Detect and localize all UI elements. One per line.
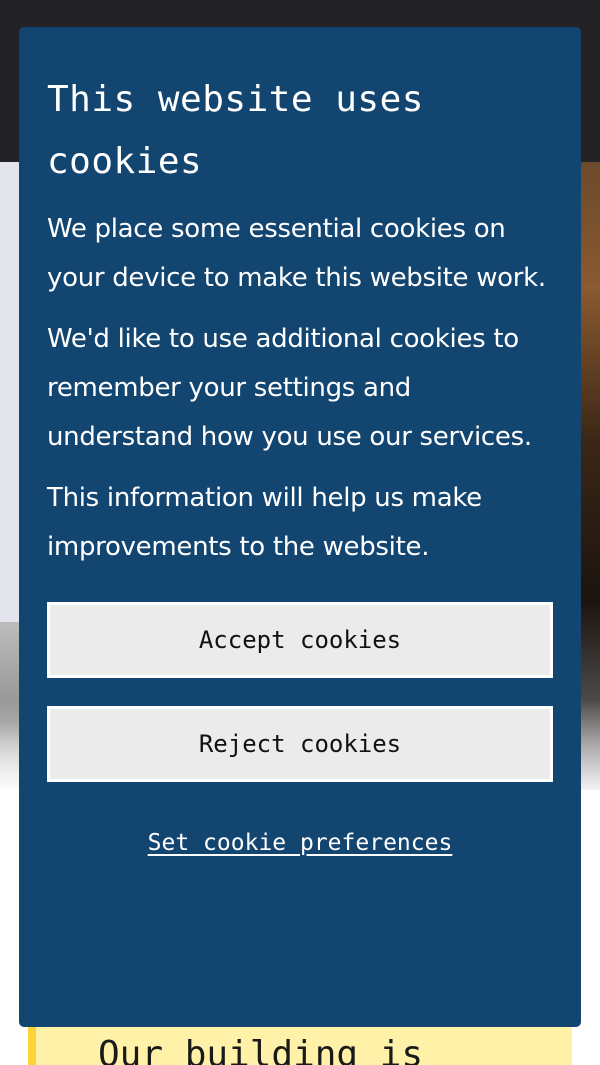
- set-cookie-preferences-link[interactable]: Set cookie preferences: [47, 830, 553, 856]
- accept-cookies-button[interactable]: Accept cookies: [47, 602, 553, 678]
- cookie-paragraph-additional: We'd like to use additional cookies to r…: [47, 324, 532, 452]
- page: Our building is This website uses cookie…: [0, 0, 600, 1065]
- cookie-paragraph-essential: We place some essential cookies on your …: [47, 214, 546, 293]
- reject-cookies-button[interactable]: Reject cookies: [47, 706, 553, 782]
- notice-banner: Our building is: [28, 1027, 572, 1065]
- cookie-paragraph-improvements: This information will help us make impro…: [47, 483, 482, 562]
- cookie-consent-dialog: This website uses cookies We place some …: [19, 27, 581, 1027]
- notice-text: Our building is: [98, 1034, 424, 1065]
- cookie-dialog-title: This website uses cookies: [47, 79, 424, 182]
